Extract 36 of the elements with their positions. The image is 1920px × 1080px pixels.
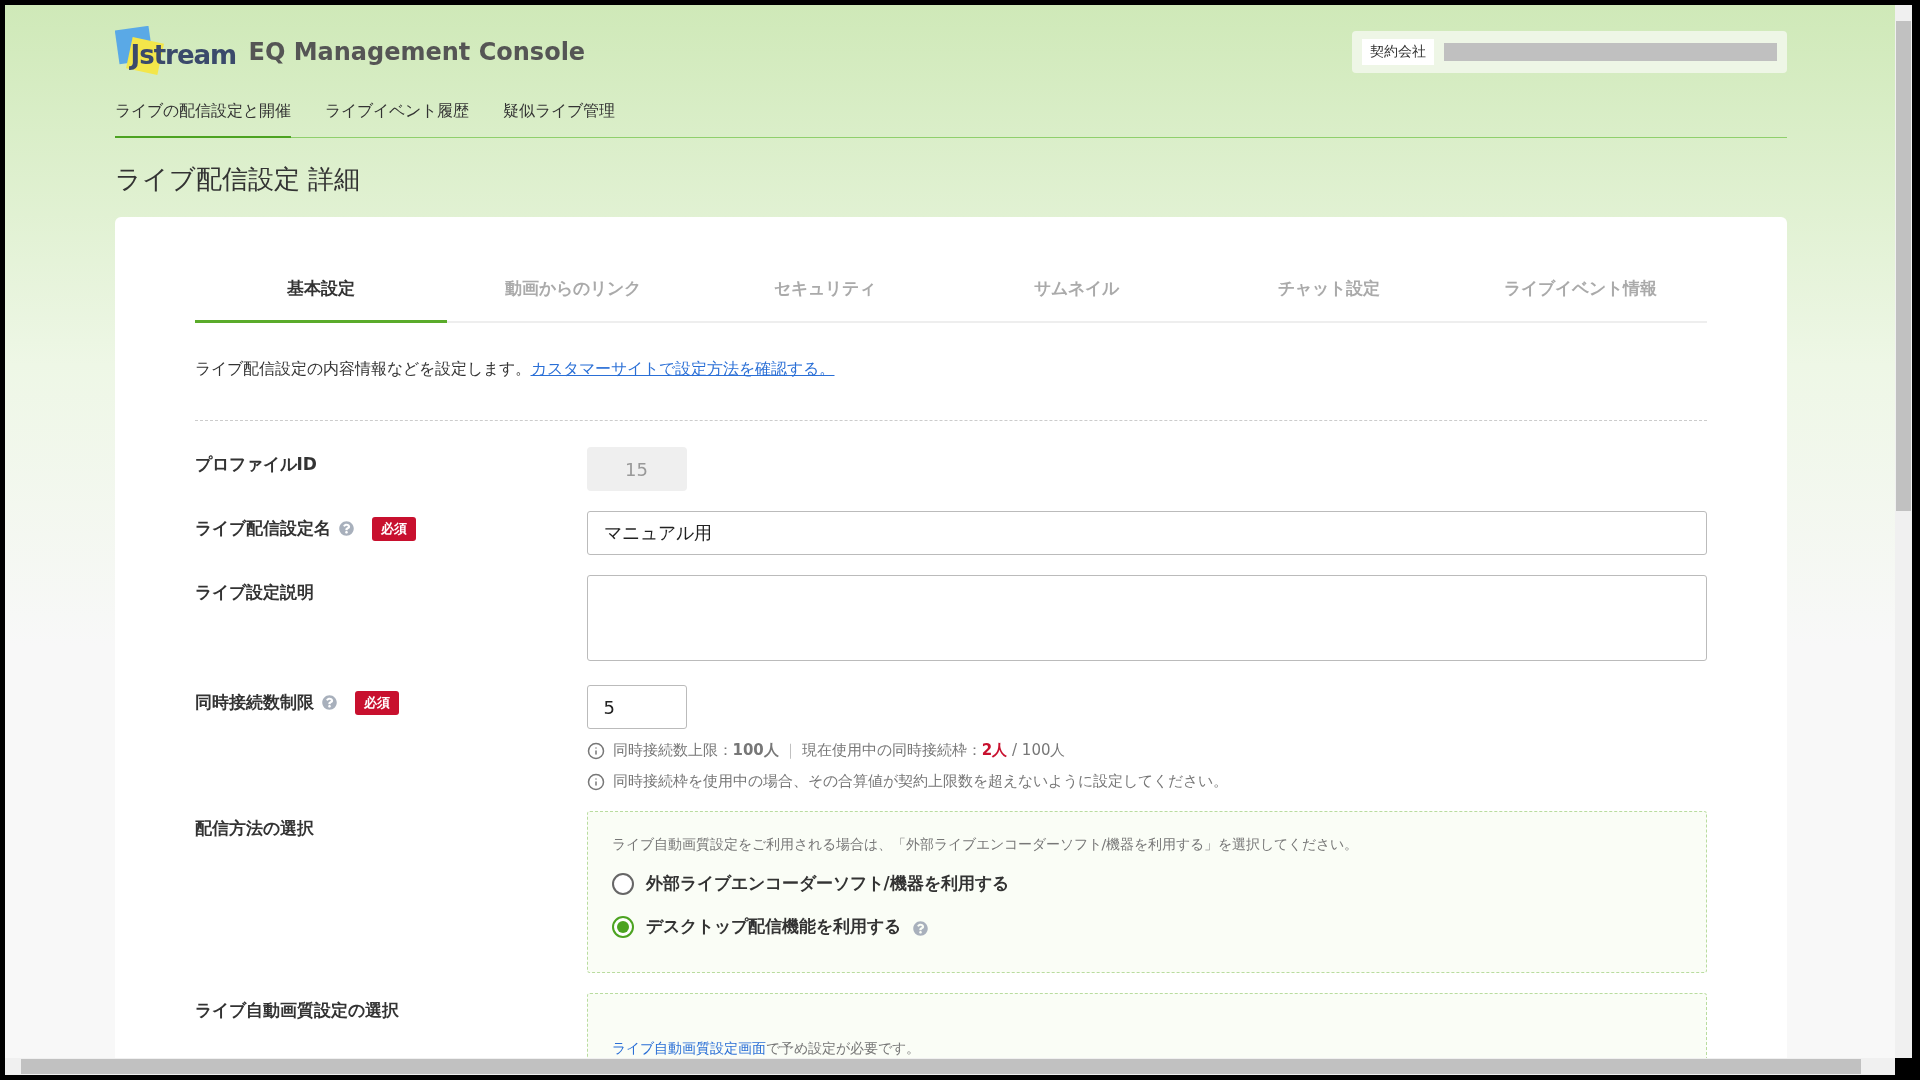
help-icon[interactable]: [321, 695, 337, 710]
option-label[interactable]: 外部ライブエンコーダーソフト/機器を利用する: [645, 872, 1009, 895]
note-text: 同時接続枠を使用中の場合、その合算値が契約上限数を超えないように設定してください。: [612, 772, 1228, 791]
help-icon[interactable]: [338, 521, 354, 536]
vertical-scrollbar[interactable]: [1895, 5, 1912, 1058]
info-icon: [586, 741, 605, 760]
field-label: ライブ自動画質設定の選択: [194, 999, 399, 1022]
hint-text: ライブ自動画質設定をご利用される場合は、「外部ライブエンコーダーソフト/機器を利用する」を選択してください。: [611, 836, 1360, 854]
required-badge: 必須: [371, 517, 416, 541]
help-link[interactable]: カスタマーサイトで設定方法を確認する。: [530, 359, 835, 378]
profile-id-field: 15: [586, 447, 687, 491]
company-label: 契約会社: [1361, 39, 1434, 65]
field-label: 配信方法の選択: [194, 817, 314, 840]
info-text: ライブ自動画質設定画面で予め設定が必要です。: [611, 1040, 921, 1058]
tab[interactable]: 基本設定: [194, 267, 447, 323]
field-label: ライブ設定説明: [194, 581, 314, 604]
help-icon[interactable]: [912, 921, 928, 936]
required-badge: 必須: [354, 691, 399, 715]
nav-link[interactable]: ライブイベント履歴: [324, 97, 469, 138]
radio-button[interactable]: [611, 872, 634, 895]
settings-link[interactable]: ライブ自動画質設定画面: [611, 1040, 766, 1056]
page-title: ライブ配信設定 詳細: [114, 163, 361, 196]
horizontal-scrollbar[interactable]: [5, 1058, 1895, 1075]
app-title: EQ Management Console: [248, 38, 586, 66]
note-text: 同時接続数上限：100人 ｜ 現在使用中の同時接続枠：2人 / 100人: [612, 741, 1066, 760]
connection-limit-input[interactable]: 5: [586, 685, 687, 729]
field-label: ライブ配信設定名: [194, 517, 331, 540]
nav-link[interactable]: 疑似ライブ管理: [502, 97, 615, 138]
radio-button[interactable]: [611, 915, 634, 938]
option-label[interactable]: デスクトップ配信機能を利用する: [645, 915, 901, 938]
info-icon: [586, 772, 605, 791]
field-label: 同時接続数制限: [194, 691, 314, 714]
field-label: プロファイルID: [194, 453, 317, 476]
description-text: ライブ配信設定の内容情報などを設定します。カスタマーサイトで設定方法を確認する。: [194, 359, 1707, 421]
name-input[interactable]: マニュアル用: [586, 511, 1707, 555]
nav-link[interactable]: ライブの配信設定と開催: [114, 97, 291, 138]
